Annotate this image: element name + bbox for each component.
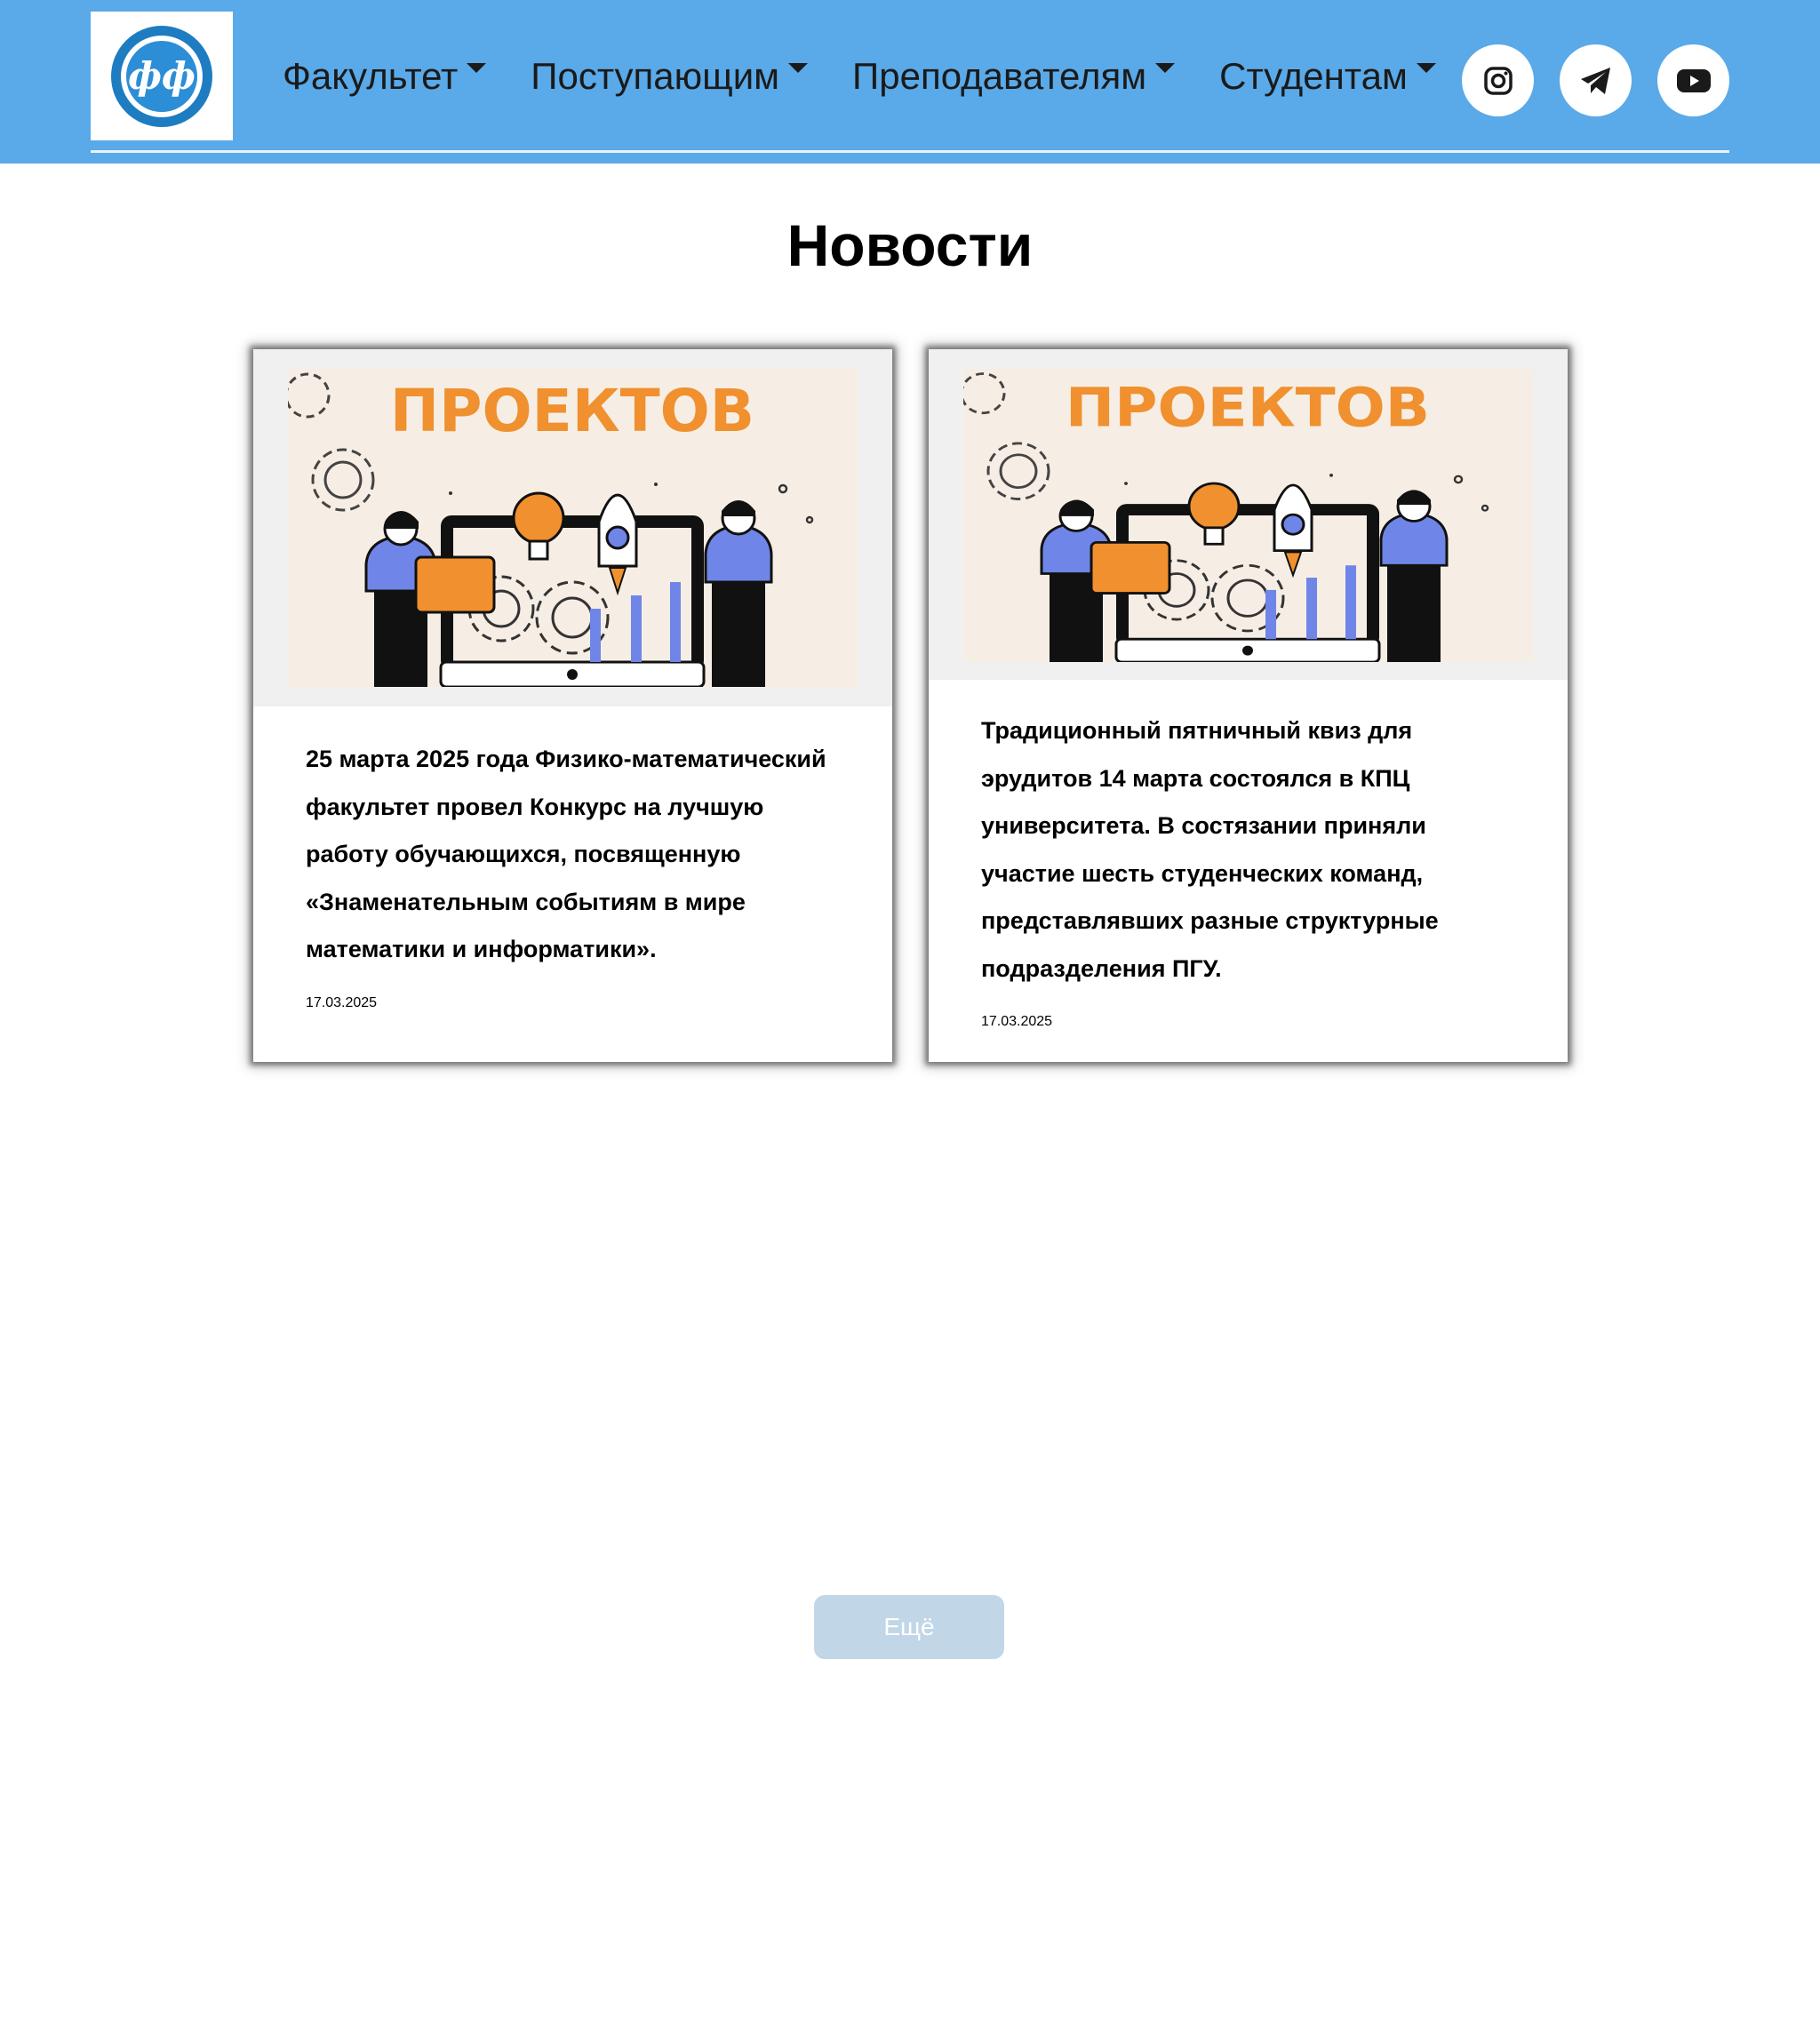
chevron-down-icon [788,62,809,73]
site-header: фф Факультет Поступающим Преподавателям … [0,0,1820,164]
nav-item-label: Студентам [1219,55,1408,97]
news-date: 17.03.2025 [981,1014,1053,1029]
telegram-icon [1580,67,1610,94]
projects-illustration: ПРОЕКТОВ [963,369,1533,662]
news-card[interactable]: ПРОЕКТОВ [253,349,892,1062]
projects-illustration: ПРОЕКТОВ [288,369,858,687]
faculty-logo[interactable]: фф [91,12,233,140]
nav-item-faculty[interactable]: Факультет [283,55,487,98]
chevron-down-icon [1155,62,1176,73]
news-image: ПРОЕКТОВ [929,349,1568,680]
instagram-icon [1483,66,1513,95]
image-heading: ПРОЕКТОВ [1066,376,1430,439]
chevron-down-icon [467,62,487,73]
logo-letters: фф [128,54,196,98]
chevron-down-icon [1416,62,1436,73]
nav-item-students[interactable]: Студентам [1219,55,1436,98]
news-image: ПРОЕКТОВ [253,349,892,706]
load-more-button[interactable]: Ещё [814,1595,1004,1659]
nav-item-label: Факультет [283,55,459,97]
nav-item-label: Преподавателям [852,55,1147,97]
header-divider [91,150,1729,153]
nav-item-teachers[interactable]: Преподавателям [852,55,1176,98]
image-heading: ПРОЕКТОВ [390,377,754,445]
news-text: Традиционный пятничный квиз для эрудитов… [981,717,1439,982]
nav-item-applicants[interactable]: Поступающим [531,55,809,98]
faculty-logo-image: фф [111,26,212,127]
nav-item-label: Поступающим [531,55,780,97]
social-links [1462,44,1755,116]
instagram-button[interactable] [1462,44,1534,116]
telegram-button[interactable] [1560,44,1632,116]
youtube-icon [1676,68,1711,92]
main-nav: Факультет Поступающим Преподавателям Сту… [283,55,1481,98]
news-text: 25 марта 2025 года Физико-математический… [306,746,826,962]
news-date: 17.03.2025 [306,994,378,1010]
page-title: Новости [786,212,1034,278]
news-card[interactable]: ПРОЕКТОВ [929,349,1568,1062]
youtube-button[interactable] [1657,44,1729,116]
